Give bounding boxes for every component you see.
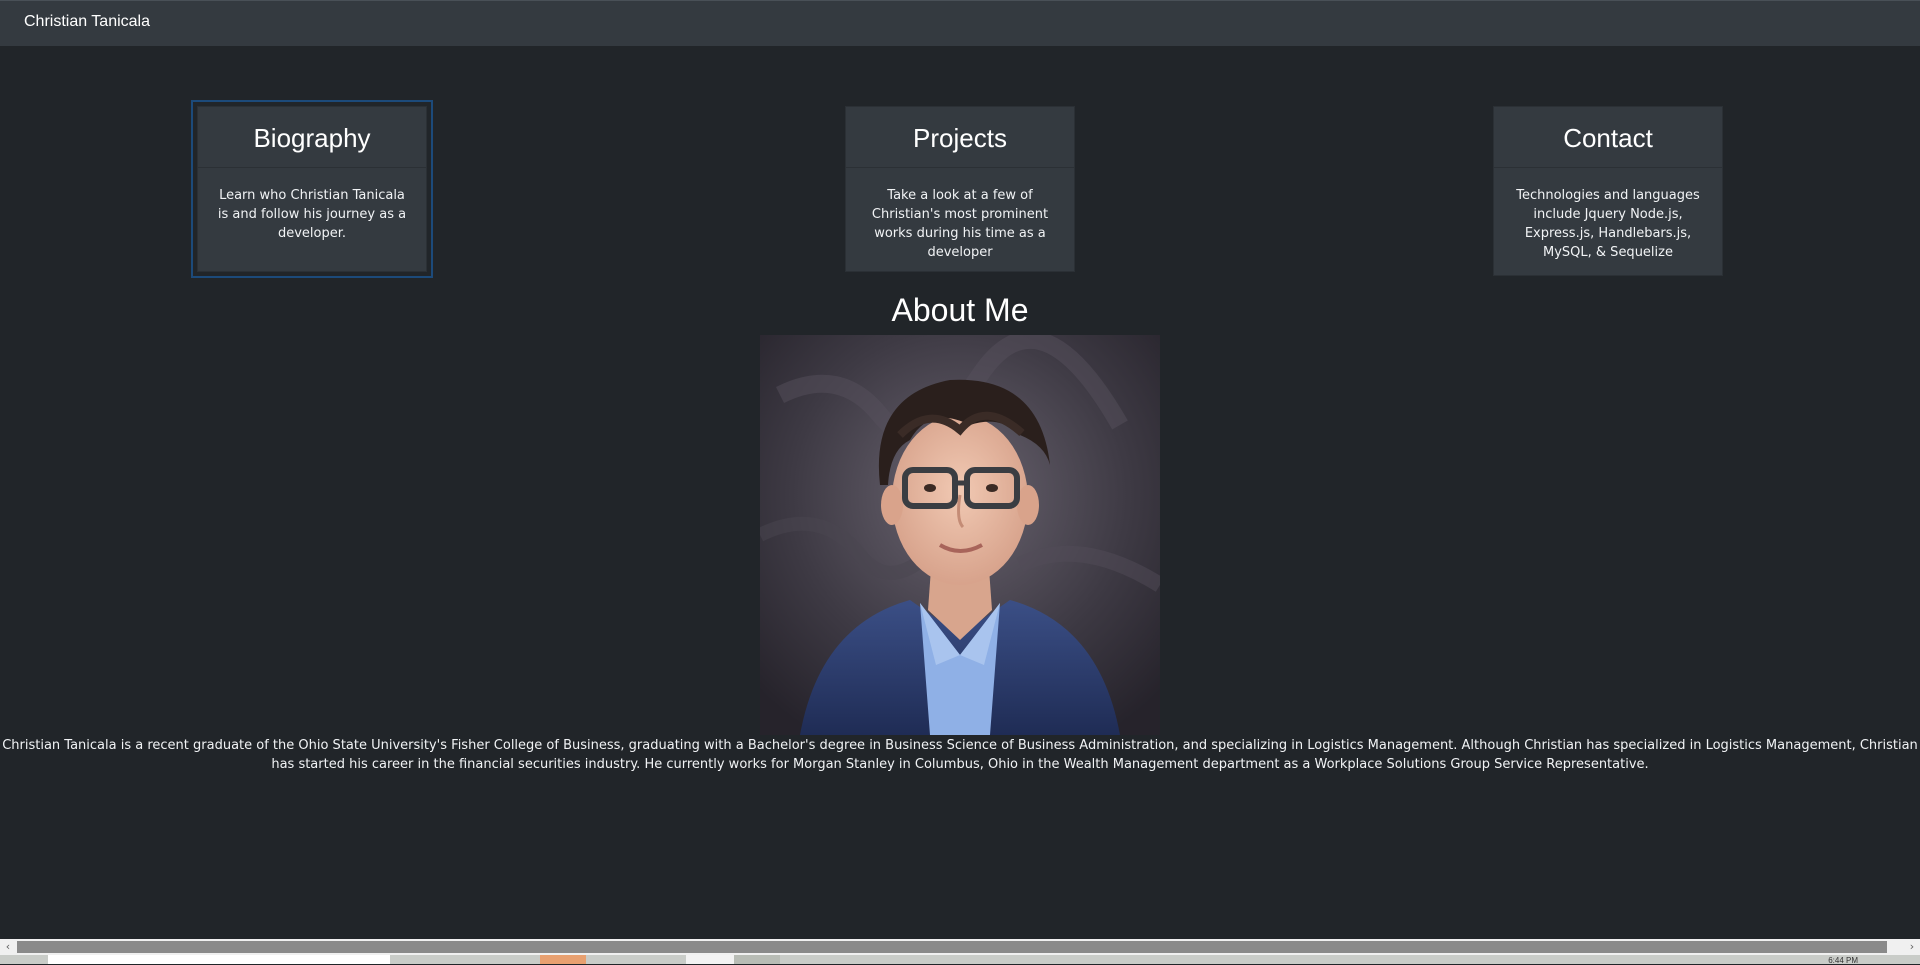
scrollbar-thumb[interactable]: [17, 941, 1887, 953]
projects-card[interactable]: Projects Take a look at a few of Christi…: [845, 106, 1075, 272]
contact-card[interactable]: Contact Technologies and languages inclu…: [1493, 106, 1723, 276]
card-title: Contact: [1494, 107, 1722, 168]
card-description: Take a look at a few of Christian's most…: [871, 188, 1049, 260]
card-title: Biography: [198, 107, 426, 168]
taskbar-strip: [0, 955, 1920, 964]
profile-photo: [760, 335, 1160, 735]
biography-card[interactable]: Biography Learn who Christian Tanicala i…: [197, 106, 427, 272]
navbar: Christian Tanicala: [0, 0, 1920, 46]
card-description: Technologies and languages include Jquer…: [1516, 188, 1700, 260]
navbar-brand-link[interactable]: Christian Tanicala: [24, 13, 150, 31]
card-title: Projects: [846, 107, 1074, 168]
card-description: Learn who Christian Tanicala is and foll…: [217, 188, 407, 241]
about-paragraph: Christian Tanicala is a recent graduate …: [2, 738, 1918, 772]
chevron-left-icon[interactable]: ‹: [0, 939, 16, 955]
horizontal-scrollbar[interactable]: ‹ ›: [0, 939, 1920, 955]
chevron-right-icon[interactable]: ›: [1904, 939, 1920, 955]
about-heading: About Me: [891, 292, 1029, 328]
